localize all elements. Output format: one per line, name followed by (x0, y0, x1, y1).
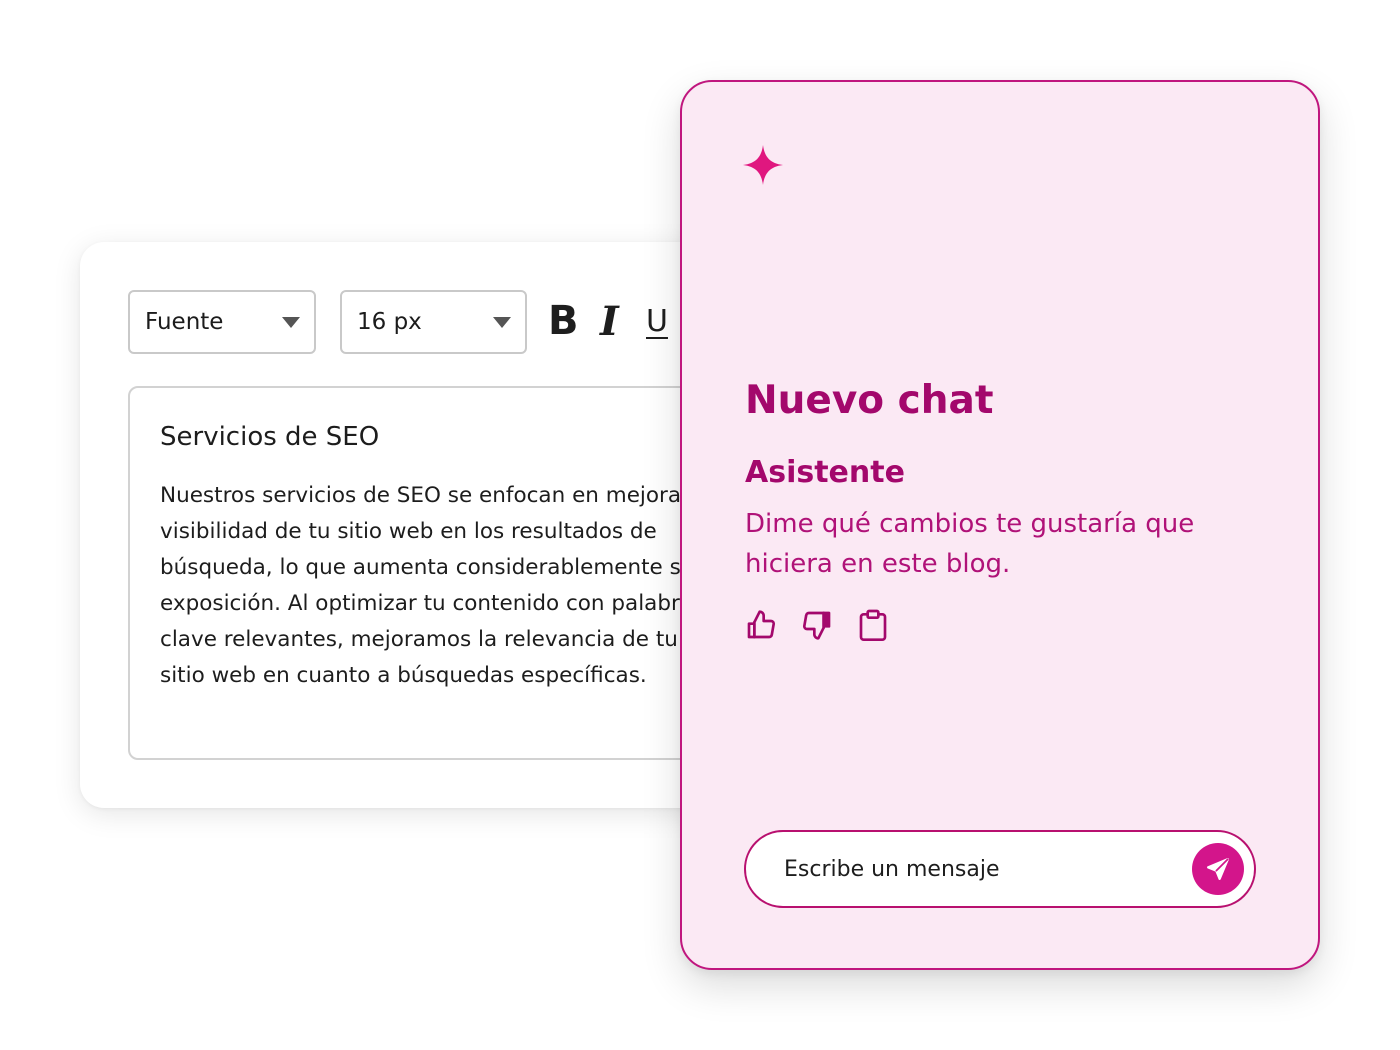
send-button[interactable] (1192, 843, 1244, 895)
message-input[interactable] (782, 848, 1172, 890)
font-size-select-value: 16 px (357, 309, 422, 335)
thumbs-up-button[interactable] (744, 608, 778, 642)
document-title: Servicios de SEO (160, 422, 380, 452)
text-editor-card: Fuente 16 px B I U Servicios de SEO Nues… (80, 242, 780, 808)
bold-button[interactable]: B (548, 298, 579, 344)
copy-button[interactable] (856, 608, 890, 642)
thumbs-down-button[interactable] (800, 608, 834, 642)
assistant-message: Dime qué cambios te gustaría que hiciera… (745, 509, 1195, 579)
message-composer (744, 830, 1256, 908)
sparkle-icon (743, 145, 783, 185)
font-size-select[interactable]: 16 px (340, 290, 527, 354)
italic-button[interactable]: I (600, 298, 619, 345)
message-actions (744, 608, 890, 642)
thumbs-up-icon (747, 610, 775, 639)
assistant-label: Asistente (745, 455, 905, 490)
clipboard-icon (859, 609, 887, 641)
chevron-down-icon (282, 317, 300, 328)
thumbs-down-icon (803, 611, 831, 640)
document-text-area[interactable]: Servicios de SEO Nuestros servicios de S… (128, 386, 748, 760)
chevron-down-icon (493, 317, 511, 328)
chat-title: Nuevo chat (745, 378, 994, 423)
font-family-select-value: Fuente (145, 309, 224, 335)
send-icon (1207, 858, 1229, 880)
font-family-select[interactable]: Fuente (128, 290, 316, 354)
document-body: Nuestros servicios de SEO se enfocan en … (160, 483, 716, 688)
chat-panel: Nuevo chat Asistente Dime qué cambios te… (680, 80, 1320, 970)
underline-button[interactable]: U (646, 298, 668, 344)
